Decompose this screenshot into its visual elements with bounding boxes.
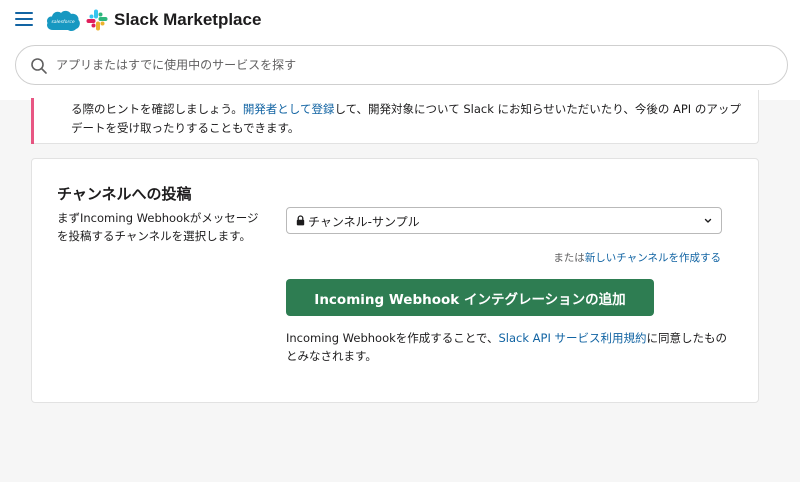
create-channel-line: または新しいチャンネルを作成する (553, 252, 721, 264)
terms-of-service-link[interactable]: Slack API サービス利用規約 (498, 331, 646, 345)
developer-notice: る際のヒントを確認しましょう。開発者として登録して、開発対象について Slack… (31, 90, 759, 144)
add-webhook-integration-button[interactable]: Incoming Webhook インテグレーションの追加 (286, 279, 654, 316)
chevron-down-icon (704, 218, 712, 223)
notice-text: る際のヒントを確認しましょう。開発者として登録して、開発対象について Slack… (71, 102, 741, 135)
salesforce-logo-text: salesforce (51, 19, 75, 25)
section-description: まずIncoming Webhookがメッセージを投稿するチャンネルを選択します… (57, 211, 259, 243)
brand-title[interactable]: Slack Marketplace (114, 8, 261, 32)
selected-channel: チャンネル-サンプル (308, 215, 420, 229)
search-icon (31, 58, 47, 74)
notice-accent-bar (31, 98, 34, 144)
lock-icon (296, 215, 305, 226)
post-to-channel-card: チャンネルへの投稿 まずIncoming Webhookがメッセージを投稿するチ… (31, 158, 759, 403)
search-input[interactable] (56, 46, 756, 84)
top-header: salesforce Slack Marketplace (0, 0, 800, 100)
search-bar[interactable] (15, 45, 788, 85)
terms-text: Incoming Webhookを作成することで、Slack API サービス利… (286, 331, 727, 363)
register-developer-link[interactable]: 開発者として登録 (243, 102, 335, 116)
salesforce-logo[interactable]: salesforce (45, 8, 81, 33)
channel-select[interactable]: チャンネル-サンプル (286, 207, 722, 234)
section-title: チャンネルへの投稿 (57, 185, 192, 203)
create-new-channel-link[interactable]: 新しいチャンネルを作成する (585, 252, 721, 264)
hamburger-menu-icon[interactable] (14, 10, 34, 28)
slack-logo[interactable] (86, 9, 108, 31)
